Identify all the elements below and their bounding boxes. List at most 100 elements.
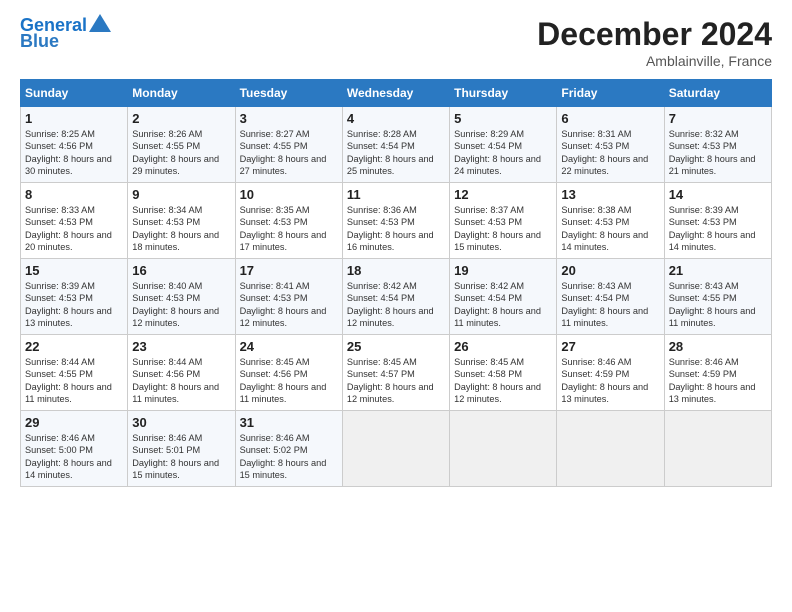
day-number: 24 bbox=[240, 339, 338, 354]
cell-info: Sunrise: 8:46 AMSunset: 5:01 PMDaylight:… bbox=[132, 433, 219, 480]
cell-info: Sunrise: 8:46 AMSunset: 5:00 PMDaylight:… bbox=[25, 433, 112, 480]
calendar-cell: 29 Sunrise: 8:46 AMSunset: 5:00 PMDayligh… bbox=[21, 411, 128, 487]
day-number: 30 bbox=[132, 415, 230, 430]
calendar-cell: 5 Sunrise: 8:29 AMSunset: 4:54 PMDaylight… bbox=[450, 107, 557, 183]
calendar-cell: 30 Sunrise: 8:46 AMSunset: 5:01 PMDayligh… bbox=[128, 411, 235, 487]
calendar-cell: 15 Sunrise: 8:39 AMSunset: 4:53 PMDayligh… bbox=[21, 259, 128, 335]
day-number: 23 bbox=[132, 339, 230, 354]
calendar-cell: 31Sunrise: 8:46 AMSunset: 5:02 PMDayligh… bbox=[235, 411, 342, 487]
calendar-cell: 9 Sunrise: 8:34 AMSunset: 4:53 PMDaylight… bbox=[128, 183, 235, 259]
cell-info: Sunrise: 8:43 AMSunset: 4:54 PMDaylight:… bbox=[561, 281, 648, 328]
calendar-cell: 12 Sunrise: 8:37 AMSunset: 4:53 PMDayligh… bbox=[450, 183, 557, 259]
day-number: 25 bbox=[347, 339, 445, 354]
day-number: 19 bbox=[454, 263, 552, 278]
calendar-cell: 28 Sunrise: 8:46 AMSunset: 4:59 PMDayligh… bbox=[664, 335, 771, 411]
cell-info: Sunrise: 8:45 AMSunset: 4:57 PMDaylight:… bbox=[347, 357, 434, 404]
day-number: 21 bbox=[669, 263, 767, 278]
calendar-cell: 17 Sunrise: 8:41 AMSunset: 4:53 PMDayligh… bbox=[235, 259, 342, 335]
header: General Blue December 2024 Amblainville,… bbox=[20, 16, 772, 69]
calendar-cell bbox=[450, 411, 557, 487]
cell-info: Sunrise: 8:46 AMSunset: 4:59 PMDaylight:… bbox=[669, 357, 756, 404]
calendar-cell: 20 Sunrise: 8:43 AMSunset: 4:54 PMDayligh… bbox=[557, 259, 664, 335]
day-number: 11 bbox=[347, 187, 445, 202]
calendar-cell: 2 Sunrise: 8:26 AMSunset: 4:55 PMDaylight… bbox=[128, 107, 235, 183]
cell-info: Sunrise: 8:31 AMSunset: 4:53 PMDaylight:… bbox=[561, 129, 648, 176]
cell-info: Sunrise: 8:27 AMSunset: 4:55 PMDaylight:… bbox=[240, 129, 327, 176]
cell-info: Sunrise: 8:39 AMSunset: 4:53 PMDaylight:… bbox=[669, 205, 756, 252]
calendar-cell: 7 Sunrise: 8:32 AMSunset: 4:53 PMDaylight… bbox=[664, 107, 771, 183]
calendar-cell: 24 Sunrise: 8:45 AMSunset: 4:56 PMDayligh… bbox=[235, 335, 342, 411]
cell-info: Sunrise: 8:42 AMSunset: 4:54 PMDaylight:… bbox=[347, 281, 434, 328]
cell-info: Sunrise: 8:38 AMSunset: 4:53 PMDaylight:… bbox=[561, 205, 648, 252]
cell-info: Sunrise: 8:26 AMSunset: 4:55 PMDaylight:… bbox=[132, 129, 219, 176]
day-number: 4 bbox=[347, 111, 445, 126]
location: Amblainville, France bbox=[537, 53, 772, 69]
calendar-cell: 3 Sunrise: 8:27 AMSunset: 4:55 PMDaylight… bbox=[235, 107, 342, 183]
day-number: 5 bbox=[454, 111, 552, 126]
day-number: 16 bbox=[132, 263, 230, 278]
calendar-cell bbox=[664, 411, 771, 487]
header-cell-monday: Monday bbox=[128, 80, 235, 107]
day-number: 20 bbox=[561, 263, 659, 278]
calendar-cell: 16Sunrise: 8:40 AMSunset: 4:53 PMDayligh… bbox=[128, 259, 235, 335]
cell-info: Sunrise: 8:44 AMSunset: 4:55 PMDaylight:… bbox=[25, 357, 112, 404]
cell-info: Sunrise: 8:34 AMSunset: 4:53 PMDaylight:… bbox=[132, 205, 219, 252]
calendar-header: SundayMondayTuesdayWednesdayThursdayFrid… bbox=[21, 80, 772, 107]
calendar-cell: 14 Sunrise: 8:39 AMSunset: 4:53 PMDayligh… bbox=[664, 183, 771, 259]
title-block: December 2024 Amblainville, France bbox=[537, 16, 772, 69]
header-row: SundayMondayTuesdayWednesdayThursdayFrid… bbox=[21, 80, 772, 107]
calendar-cell: 10 Sunrise: 8:35 AMSunset: 4:53 PMDayligh… bbox=[235, 183, 342, 259]
day-number: 10 bbox=[240, 187, 338, 202]
calendar-cell bbox=[342, 411, 449, 487]
week-row-2: 8Sunrise: 8:33 AMSunset: 4:53 PMDaylight… bbox=[21, 183, 772, 259]
cell-info: Sunrise: 8:43 AMSunset: 4:55 PMDaylight:… bbox=[669, 281, 756, 328]
cell-info: Sunrise: 8:45 AMSunset: 4:58 PMDaylight:… bbox=[454, 357, 541, 404]
cell-info: Sunrise: 8:46 AMSunset: 4:59 PMDaylight:… bbox=[561, 357, 648, 404]
header-cell-saturday: Saturday bbox=[664, 80, 771, 107]
calendar-body: 1 Sunrise: 8:25 AMSunset: 4:56 PMDaylight… bbox=[21, 107, 772, 487]
day-number: 6 bbox=[561, 111, 659, 126]
calendar-cell: 21 Sunrise: 8:43 AMSunset: 4:55 PMDayligh… bbox=[664, 259, 771, 335]
day-number: 15 bbox=[25, 263, 123, 278]
day-number: 2 bbox=[132, 111, 230, 126]
calendar-table: SundayMondayTuesdayWednesdayThursdayFrid… bbox=[20, 79, 772, 487]
header-cell-thursday: Thursday bbox=[450, 80, 557, 107]
week-row-5: 29 Sunrise: 8:46 AMSunset: 5:00 PMDayligh… bbox=[21, 411, 772, 487]
calendar-cell: 11 Sunrise: 8:36 AMSunset: 4:53 PMDayligh… bbox=[342, 183, 449, 259]
day-number: 3 bbox=[240, 111, 338, 126]
week-row-3: 15 Sunrise: 8:39 AMSunset: 4:53 PMDayligh… bbox=[21, 259, 772, 335]
day-number: 12 bbox=[454, 187, 552, 202]
day-number: 29 bbox=[25, 415, 123, 430]
cell-info: Sunrise: 8:32 AMSunset: 4:53 PMDaylight:… bbox=[669, 129, 756, 176]
cell-info: Sunrise: 8:28 AMSunset: 4:54 PMDaylight:… bbox=[347, 129, 434, 176]
calendar-cell: 26 Sunrise: 8:45 AMSunset: 4:58 PMDayligh… bbox=[450, 335, 557, 411]
cell-info: Sunrise: 8:25 AMSunset: 4:56 PMDaylight:… bbox=[25, 129, 112, 176]
week-row-4: 22 Sunrise: 8:44 AMSunset: 4:55 PMDayligh… bbox=[21, 335, 772, 411]
calendar-cell: 8Sunrise: 8:33 AMSunset: 4:53 PMDaylight… bbox=[21, 183, 128, 259]
day-number: 13 bbox=[561, 187, 659, 202]
calendar-cell: 27Sunrise: 8:46 AMSunset: 4:59 PMDayligh… bbox=[557, 335, 664, 411]
day-number: 28 bbox=[669, 339, 767, 354]
cell-info: Sunrise: 8:39 AMSunset: 4:53 PMDaylight:… bbox=[25, 281, 112, 328]
day-number: 14 bbox=[669, 187, 767, 202]
day-number: 22 bbox=[25, 339, 123, 354]
header-cell-sunday: Sunday bbox=[21, 80, 128, 107]
cell-info: Sunrise: 8:41 AMSunset: 4:53 PMDaylight:… bbox=[240, 281, 327, 328]
day-number: 1 bbox=[25, 111, 123, 126]
logo-text-blue: Blue bbox=[20, 32, 59, 52]
header-cell-friday: Friday bbox=[557, 80, 664, 107]
day-number: 26 bbox=[454, 339, 552, 354]
day-number: 17 bbox=[240, 263, 338, 278]
cell-info: Sunrise: 8:45 AMSunset: 4:56 PMDaylight:… bbox=[240, 357, 327, 404]
day-number: 7 bbox=[669, 111, 767, 126]
cell-info: Sunrise: 8:36 AMSunset: 4:53 PMDaylight:… bbox=[347, 205, 434, 252]
month-title: December 2024 bbox=[537, 16, 772, 53]
cell-info: Sunrise: 8:33 AMSunset: 4:53 PMDaylight:… bbox=[25, 205, 112, 252]
calendar-cell: 1 Sunrise: 8:25 AMSunset: 4:56 PMDaylight… bbox=[21, 107, 128, 183]
calendar-cell: 25 Sunrise: 8:45 AMSunset: 4:57 PMDayligh… bbox=[342, 335, 449, 411]
day-number: 9 bbox=[132, 187, 230, 202]
cell-info: Sunrise: 8:44 AMSunset: 4:56 PMDaylight:… bbox=[132, 357, 219, 404]
cell-info: Sunrise: 8:29 AMSunset: 4:54 PMDaylight:… bbox=[454, 129, 541, 176]
cell-info: Sunrise: 8:35 AMSunset: 4:53 PMDaylight:… bbox=[240, 205, 327, 252]
cell-info: Sunrise: 8:37 AMSunset: 4:53 PMDaylight:… bbox=[454, 205, 541, 252]
